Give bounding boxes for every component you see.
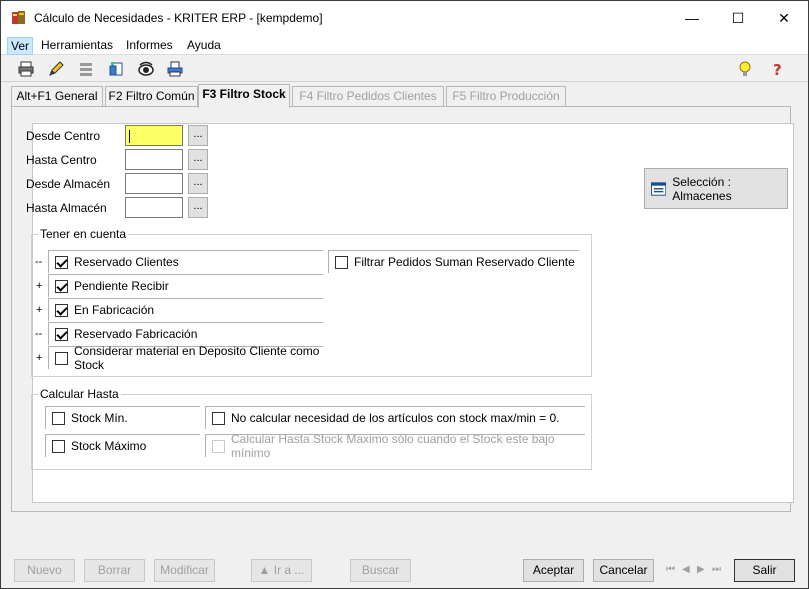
hasta-almacen-input[interactable] [125,197,183,218]
bottom-button-bar: Nuevo Borrar Modificar ▲ Ir a ... Buscar… [1,554,808,588]
desde-centro-lookup-button[interactable]: ... [188,125,208,146]
maximize-icon: ☐ [731,9,745,26]
app-window: Cálculo de Necesidades - KRITER ERP - [k… [0,0,809,589]
menu-herramientas[interactable]: Herramientas [38,37,116,55]
tab-filtro-stock[interactable]: F3 Filtro Stock [198,84,290,108]
list-icon[interactable] [77,60,95,78]
document-add-icon[interactable] [107,60,125,78]
nav-last-icon[interactable]: ⏭ [712,564,722,576]
help-icon[interactable]: ? [769,60,787,78]
nav-prev-icon[interactable]: ◀ [682,564,692,576]
nav-next-icon[interactable]: ▶ [697,564,707,576]
hasta-centro-lookup-button[interactable]: ... [188,149,208,170]
stock-min-row[interactable]: Stock Mín. [45,406,200,429]
hasta-almacen-label: Hasta Almacén [26,201,107,215]
calcular-bajo-minimo-row[interactable]: Calcular Hasta Stock Maximo sólo cuando … [205,432,585,460]
nav-first-icon[interactable]: ⏮ [666,564,676,576]
prefix-deposito-cliente: + [36,352,43,364]
cancelar-button[interactable]: Cancelar [593,559,654,582]
seleccion-almacenes-label: Selección : Almacenes [672,174,732,203]
desde-almacen-label: Desde Almacén [26,177,111,191]
no-calcular-row[interactable]: No calcular necesidad de los artículos c… [205,406,585,429]
stock-max-row[interactable]: Stock Máximo [45,434,200,457]
reservado-clientes-checkbox[interactable] [55,255,68,269]
title-bar: Cálculo de Necesidades - KRITER ERP - [k… [1,1,808,35]
printer-preview-icon[interactable] [166,60,184,78]
prefix-reservado-fabricacion: -- [35,328,43,340]
en-fabricacion-checkbox[interactable] [55,303,68,317]
desde-centro-input[interactable] [125,125,183,146]
deposito-cliente-checkbox[interactable] [55,351,68,365]
svg-text:?: ? [773,61,782,78]
stock-max-checkbox[interactable] [52,439,65,453]
salir-button[interactable]: Salir [734,559,795,582]
tab-general[interactable]: Alt+F1 General [11,86,103,107]
pendiente-recibir-checkbox[interactable] [55,279,68,293]
app-book-icon [12,11,25,24]
pendiente-recibir-label: Pendiente Recibir [74,279,169,293]
stock-max-label: Stock Máximo [71,439,147,453]
no-calcular-checkbox[interactable] [212,411,225,425]
lightbulb-icon[interactable] [736,60,754,78]
deposito-cliente-label: Considerar material en Deposito Cliente … [74,344,320,372]
buscar-button[interactable]: Buscar [350,559,411,582]
menu-informes[interactable]: Informes [123,37,176,55]
text-caret [129,130,130,143]
reservado-clientes-label: Reservado Clientes [74,255,179,269]
print-icon[interactable] [17,60,35,78]
close-icon: ✕ [778,9,790,26]
tab-filtro-comun[interactable]: F2 Filtro Común [105,86,198,107]
reservado-fabricacion-label: Reservado Fabricación [74,327,198,341]
borrar-button[interactable]: Borrar [84,559,145,582]
window-list-icon [651,181,667,196]
desde-almacen-input[interactable] [125,173,183,194]
ir-a-button[interactable]: ▲ Ir a ... [251,559,312,582]
reservado-clientes-row[interactable]: Reservado Clientes [48,250,323,273]
filtrar-pedidos-checkbox[interactable] [335,255,348,269]
desde-centro-label: Desde Centro [26,129,101,143]
menu-bar: Ver Herramientas Informes Ayuda [1,35,808,55]
tener-en-cuenta-title: Tener en cuenta [38,227,129,241]
hasta-centro-input[interactable] [125,149,183,170]
filtrar-pedidos-row[interactable]: Filtrar Pedidos Suman Reservado Cliente [328,250,579,273]
hasta-centro-label: Hasta Centro [26,153,97,167]
pencil-icon[interactable] [47,60,65,78]
calcular-bajo-minimo-checkbox[interactable] [212,439,225,453]
tab-strip: Alt+F1 General F2 Filtro Común F3 Filtro… [1,84,808,108]
prefix-pendiente-recibir: + [36,280,43,292]
stock-min-label: Stock Mín. [71,411,128,425]
prefix-reservado-clientes: -- [35,256,43,268]
window-title: Cálculo de Necesidades - KRITER ERP - [k… [34,11,323,25]
menu-ayuda[interactable]: Ayuda [184,37,224,55]
no-calcular-label: No calcular necesidad de los artículos c… [231,411,560,425]
filtrar-pedidos-label: Filtrar Pedidos Suman Reservado Cliente [354,255,575,269]
desde-almacen-lookup-button[interactable]: ... [188,173,208,194]
nuevo-button[interactable]: Nuevo [14,559,75,582]
modificar-button[interactable]: Modificar [154,559,215,582]
reservado-fabricacion-row[interactable]: Reservado Fabricación [48,322,323,345]
aceptar-button[interactable]: Aceptar [523,559,584,582]
minimize-button[interactable]: — [669,1,715,35]
stock-min-checkbox[interactable] [52,411,65,425]
reservado-fabricacion-checkbox[interactable] [55,327,68,341]
seleccion-almacenes-button[interactable]: Selección : Almacenes [644,168,788,209]
pendiente-recibir-row[interactable]: Pendiente Recibir [48,274,323,297]
tab-filtro-pedidos-clientes[interactable]: F4 Filtro Pedidos Clientes [292,86,444,107]
minimize-icon: — [685,10,699,26]
view-eye-icon[interactable] [137,60,155,78]
prefix-en-fabricacion: + [36,304,43,316]
maximize-button[interactable]: ☐ [715,1,761,35]
toolbar: ? [1,56,808,82]
hasta-almacen-lookup-button[interactable]: ... [188,197,208,218]
deposito-cliente-row[interactable]: Considerar material en Deposito Cliente … [48,344,323,372]
close-button[interactable]: ✕ [761,1,807,35]
calcular-bajo-minimo-label: Calcular Hasta Stock Maximo sólo cuando … [231,432,555,460]
calcular-hasta-title: Calcular Hasta [38,387,121,401]
en-fabricacion-row[interactable]: En Fabricación [48,298,323,321]
tab-filtro-produccion[interactable]: F5 Filtro Producción [446,86,566,107]
en-fabricacion-label: En Fabricación [74,303,155,317]
menu-ver[interactable]: Ver [7,37,34,55]
